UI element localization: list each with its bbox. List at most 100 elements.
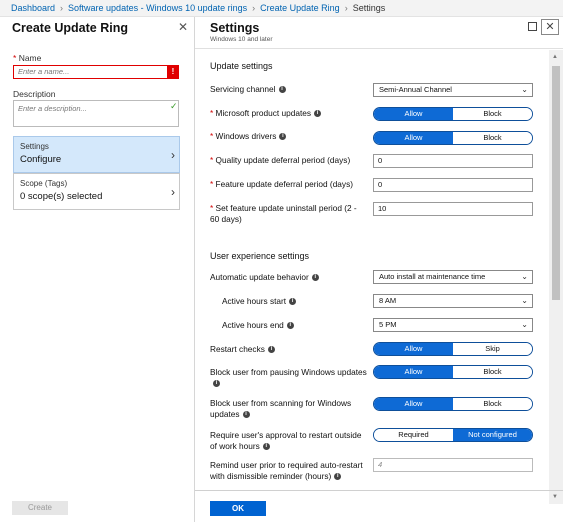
info-icon[interactable]: i — [262, 443, 270, 451]
settings-subtitle: Windows 10 and later — [210, 36, 273, 43]
description-input[interactable]: Enter a description... — [13, 100, 179, 127]
error-icon: ! — [167, 65, 179, 79]
windows-drivers-label: * Windows drivers i — [210, 131, 370, 142]
feature-uninstall-input[interactable]: 10 — [373, 202, 533, 216]
feature-deferral-label: * Feature update deferral period (days) — [210, 179, 353, 189]
chevron-down-icon: ⌄ — [521, 320, 528, 329]
quality-deferral-label: * Quality update deferral period (days) — [210, 155, 351, 165]
info-icon[interactable]: i — [213, 380, 220, 388]
description-label: Description — [13, 89, 56, 99]
servicing-channel-label: Servicing channel i — [210, 84, 370, 95]
toggle-option-block[interactable]: Block — [453, 132, 532, 144]
info-icon[interactable]: i — [334, 473, 342, 481]
toggle-option-block[interactable]: Block — [453, 366, 532, 378]
breadcrumb-separator-icon: › — [344, 3, 348, 13]
block-scanning-toggle[interactable]: Allow Block — [373, 397, 533, 411]
close-icon[interactable]: ✕ — [178, 20, 188, 34]
active-hours-end-select[interactable]: 5 PM ⌄ — [373, 318, 533, 332]
breadcrumb: Dashboard › Software updates - Windows 1… — [0, 0, 563, 17]
toggle-option-block[interactable]: Block — [453, 108, 532, 120]
toggle-option-allow[interactable]: Allow — [374, 343, 453, 355]
blade-title: Create Update Ring — [12, 21, 128, 35]
divider — [195, 48, 563, 49]
block-pausing-label: Block user from pausing Windows updatesi — [210, 367, 367, 388]
auto-update-behavior-label: Automatic update behavior i — [210, 272, 370, 283]
scrollbar-thumb[interactable] — [552, 66, 560, 300]
restart-checks-label: Restart checks i — [210, 344, 370, 355]
nav-scope-label: Scope (Tags) — [20, 179, 68, 188]
feature-deferral-input[interactable]: 0 — [373, 178, 533, 192]
breadcrumb-create-update-ring[interactable]: Create Update Ring — [260, 3, 340, 13]
nav-settings[interactable]: Settings Configure › — [13, 136, 180, 173]
toggle-option-block[interactable]: Block — [453, 398, 532, 410]
required-marker: * — [210, 131, 214, 141]
quality-deferral-input[interactable]: 0 — [373, 154, 533, 168]
settings-title: Settings — [210, 21, 260, 35]
toggle-option-skip[interactable]: Skip — [453, 343, 532, 355]
check-icon: ✓ — [170, 101, 178, 111]
toggle-option-allow[interactable]: Allow — [374, 366, 453, 378]
require-approval-toggle[interactable]: Required Not configured — [373, 428, 533, 442]
chevron-down-icon: ⌄ — [521, 85, 528, 94]
required-marker: * — [210, 203, 214, 213]
name-input[interactable]: Enter a name... — [13, 65, 179, 79]
breadcrumb-update-rings[interactable]: Software updates - Windows 10 update rin… — [68, 3, 247, 13]
toggle-option-not-configured[interactable]: Not configured — [453, 429, 532, 441]
breadcrumb-separator-icon: › — [60, 3, 64, 13]
info-icon[interactable]: i — [311, 274, 319, 282]
required-marker: * — [210, 155, 214, 165]
info-icon[interactable]: i — [242, 411, 250, 419]
nav-scope-tags[interactable]: Scope (Tags) 0 scope(s) selected › — [13, 173, 180, 210]
require-approval-label: Require user's approval to restart outsi… — [210, 430, 362, 451]
nav-scope-value: 0 scope(s) selected — [20, 191, 103, 202]
info-icon[interactable]: i — [286, 322, 294, 330]
nav-settings-label: Settings — [20, 142, 49, 151]
ms-product-updates-toggle[interactable]: Allow Block — [373, 107, 533, 121]
nav-settings-value: Configure — [20, 154, 62, 165]
remind-dismissible-label: Remind user prior to required auto-resta… — [210, 460, 363, 481]
toggle-option-required[interactable]: Required — [374, 429, 453, 441]
breadcrumb-dashboard[interactable]: Dashboard — [11, 3, 55, 13]
remind-dismissible-input[interactable]: 4 — [373, 458, 533, 472]
scroll-up-icon[interactable]: ▲ — [552, 54, 558, 60]
toggle-option-allow[interactable]: Allow — [374, 398, 453, 410]
chevron-right-icon: › — [171, 185, 175, 199]
info-icon[interactable]: i — [278, 86, 286, 94]
close-icon[interactable]: ✕ — [541, 19, 559, 35]
required-marker: * — [210, 179, 214, 189]
breadcrumb-separator-icon: › — [252, 3, 256, 13]
ux-settings-heading: User experience settings — [210, 251, 310, 261]
auto-update-behavior-select[interactable]: Auto install at maintenance time ⌄ — [373, 270, 533, 284]
active-hours-start-select[interactable]: 8 AM ⌄ — [373, 294, 533, 308]
update-settings-heading: Update settings — [210, 61, 273, 71]
chevron-down-icon: ⌄ — [521, 296, 528, 305]
chevron-right-icon: › — [171, 148, 175, 162]
scroll-down-icon[interactable]: ▼ — [552, 494, 558, 500]
feature-uninstall-label: * Set feature update uninstall period (2… — [210, 203, 357, 224]
create-update-ring-blade: Create Update Ring ✕ * Name Enter a name… — [0, 17, 195, 522]
chevron-down-icon: ⌄ — [521, 272, 528, 281]
info-icon[interactable]: i — [314, 110, 322, 118]
block-pausing-toggle[interactable]: Allow Block — [373, 365, 533, 379]
active-hours-end-label: Active hours end i — [222, 320, 382, 331]
block-scanning-label: Block user from scanning for Windows upd… — [210, 398, 352, 419]
scrollbar[interactable]: ▲ ▼ — [549, 50, 563, 504]
toggle-option-allow[interactable]: Allow — [374, 108, 453, 120]
maximize-icon[interactable] — [528, 22, 537, 31]
active-hours-start-label: Active hours start i — [222, 296, 382, 307]
create-button[interactable]: Create — [12, 501, 68, 515]
name-label: * Name — [13, 53, 42, 63]
info-icon[interactable]: i — [279, 133, 287, 141]
ms-product-updates-label: * Microsoft product updates i — [210, 108, 370, 119]
servicing-channel-select[interactable]: Semi-Annual Channel ⌄ — [373, 83, 533, 97]
restart-checks-toggle[interactable]: Allow Skip — [373, 342, 533, 356]
required-marker: * — [210, 108, 214, 118]
required-marker: * — [13, 53, 17, 63]
info-icon[interactable]: i — [267, 346, 275, 354]
toggle-option-allow[interactable]: Allow — [374, 132, 453, 144]
breadcrumb-settings: Settings — [352, 3, 386, 13]
windows-drivers-toggle[interactable]: Allow Block — [373, 131, 533, 145]
info-icon[interactable]: i — [289, 298, 297, 306]
divider — [195, 490, 563, 491]
ok-button[interactable]: OK — [210, 501, 266, 516]
